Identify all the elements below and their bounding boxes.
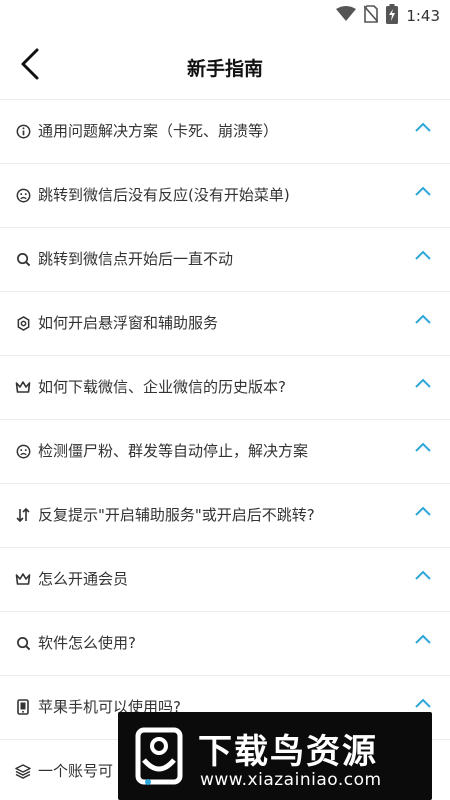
- faq-item[interactable]: 跳转到微信后没有反应(没有开始菜单): [0, 164, 450, 228]
- layers-icon: [15, 763, 31, 779]
- wifi-icon: [336, 6, 357, 26]
- faq-item-label: 一个账号可: [38, 762, 114, 780]
- faq-item[interactable]: 通用问题解决方案（卡死、崩溃等）: [0, 100, 450, 164]
- chevron-up-icon[interactable]: [414, 246, 432, 260]
- chevron-up-icon[interactable]: [414, 374, 432, 388]
- phone-icon: [15, 699, 31, 715]
- faq-item[interactable]: 怎么开通会员: [0, 548, 450, 612]
- search-icon: [15, 251, 31, 267]
- faq-item-label: 跳转到微信点开始后一直不动: [38, 250, 234, 268]
- faq-item[interactable]: 如何下载微信、企业微信的历史版本?: [0, 356, 450, 420]
- faq-item-label: 反复提示"开启辅助服务"或开启后不跳转?: [38, 506, 315, 524]
- faq-item-label: 通用问题解决方案（卡死、崩溃等）: [38, 122, 279, 140]
- crown-icon: [15, 379, 31, 395]
- faq-item[interactable]: 反复提示"开启辅助服务"或开启后不跳转?: [0, 484, 450, 548]
- battery-charging-icon: [386, 4, 399, 28]
- chevron-up-icon[interactable]: [414, 566, 432, 580]
- watermark-url: www.xiazainiao.com: [200, 770, 382, 790]
- no-sim-icon: [363, 5, 379, 27]
- gear-icon: [15, 315, 31, 331]
- status-bar: 1:43: [0, 0, 450, 32]
- faq-item[interactable]: 软件怎么使用?: [0, 612, 450, 676]
- crown-icon: [15, 571, 31, 587]
- faq-item[interactable]: 检测僵尸粉、群发等自动停止，解决方案: [0, 420, 450, 484]
- chevron-up-icon[interactable]: [414, 118, 432, 132]
- sad-face-icon: [15, 443, 31, 459]
- app-header: 新手指南: [0, 32, 450, 100]
- chevron-up-icon[interactable]: [414, 438, 432, 452]
- faq-item-label: 如何开启悬浮窗和辅助服务: [38, 314, 219, 332]
- faq-item-label: 怎么开通会员: [38, 570, 129, 588]
- faq-item[interactable]: 跳转到微信点开始后一直不动: [0, 228, 450, 292]
- watermark-banner: 下载鸟资源 www.xiazainiao.com: [118, 712, 432, 800]
- watermark-name: 下载鸟资源: [198, 732, 378, 772]
- chevron-up-icon[interactable]: [414, 182, 432, 196]
- chevron-up-icon[interactable]: [414, 310, 432, 324]
- bird-logo-icon: [128, 722, 190, 790]
- status-icons: 1:43: [336, 4, 440, 28]
- search-icon: [15, 635, 31, 651]
- faq-item-label: 软件怎么使用?: [38, 634, 136, 652]
- chevron-up-icon[interactable]: [414, 502, 432, 516]
- swap-icon: [15, 507, 31, 523]
- faq-item-label: 检测僵尸粉、群发等自动停止，解决方案: [38, 442, 309, 460]
- status-time: 1:43: [406, 7, 440, 25]
- faq-item-label: 如何下载微信、企业微信的历史版本?: [38, 378, 286, 396]
- sad-face-icon: [15, 187, 31, 203]
- faq-item[interactable]: 如何开启悬浮窗和辅助服务: [0, 292, 450, 356]
- chevron-up-icon[interactable]: [414, 694, 432, 708]
- page-title: 新手指南: [186, 58, 263, 80]
- chevron-up-icon[interactable]: [414, 630, 432, 644]
- faq-list: 通用问题解决方案（卡死、崩溃等） 跳转到微信后没有反应(没有开始菜单) 跳转到微…: [0, 100, 450, 800]
- info-icon: [15, 123, 31, 139]
- faq-item-label: 跳转到微信后没有反应(没有开始菜单): [38, 186, 290, 204]
